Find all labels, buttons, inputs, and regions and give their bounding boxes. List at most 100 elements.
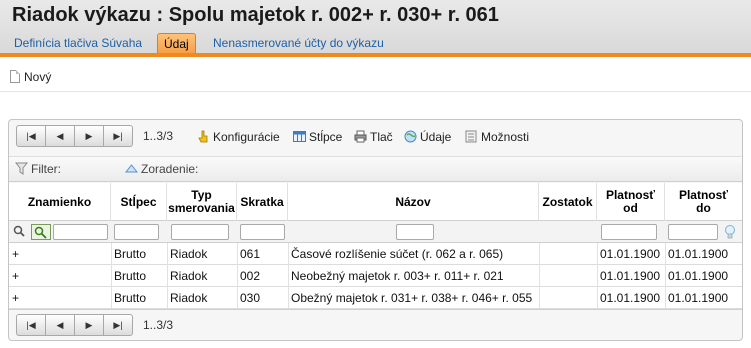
printer-icon [354,130,367,143]
cell-name: Neobežný majetok r. 003+ r. 011+ r. 021 [291,269,504,283]
grid-bottom-border [9,309,742,310]
col-header-valid-from-label-2: od [623,201,638,215]
page-count: 1..3/3 [143,318,174,332]
col-header-valid-to[interactable]: Platnosť do [665,183,742,221]
next-page-button[interactable]: ▶ [74,314,104,336]
col-header-abbrev[interactable]: Skratka [237,183,288,221]
col-header-balance-label: Zostatok [542,194,593,209]
next-page-icon: ▶ [85,130,93,141]
tab-form-definition[interactable]: Definícia tlačiva Súvaha [14,33,142,53]
new-button-label: Nový [24,70,52,84]
cell-sign: + [12,291,20,305]
cell-name: Časové rozlíšenie súčet (r. 062 a r. 065… [291,247,504,261]
funnel-icon [15,162,28,175]
col-header-sign[interactable]: Znamienko [9,183,111,221]
options-label: Možnosti [481,130,530,144]
cell-direction-type: Riadok [170,269,208,283]
col-header-direction-type[interactable]: Typ smerovania [167,183,237,221]
cell-column: Brutto [114,247,147,261]
next-page-button[interactable]: ▶ [74,125,104,147]
cell-column: Brutto [114,291,147,305]
filter-label: Filter: [31,162,61,176]
cell-balance [539,243,597,265]
filter-row [9,221,742,243]
next-page-icon: ▶ [85,319,93,330]
table-row[interactable]: + Brutto Riadok 061 Časové rozlíšenie sú… [9,243,742,265]
document-icon [10,70,20,83]
filter-input-valid-from[interactable] [601,224,657,240]
filter-input-abbrev[interactable] [240,224,285,240]
sort-label: Zoradenie: [141,162,199,176]
pager-bottom: |◀ ◀ ▶ ▶| [16,314,133,336]
filter-sort-bar: Filter: Zoradenie: [9,156,742,182]
table-row[interactable]: + Brutto Riadok 030 Obežný majetok r. 03… [9,287,742,309]
toolbar-divider [0,91,751,92]
cell-valid-from: 01.01.1900 [600,247,661,261]
last-page-button[interactable]: ▶| [103,314,133,336]
prev-page-icon: ◀ [56,319,64,330]
lightbulb-icon[interactable] [723,224,737,240]
first-page-icon: |◀ [26,319,36,330]
columns-button[interactable]: Stĺpce [293,129,342,145]
search-icon[interactable] [13,225,25,237]
new-button[interactable]: Nový [10,69,51,85]
filter-input-valid-to[interactable] [668,224,718,240]
cell-valid-from: 01.01.1900 [600,269,661,283]
col-header-name[interactable]: Názov [288,183,539,221]
configuration-label: Konfigurácie [213,130,280,144]
filter-input-name[interactable] [396,224,434,240]
cell-balance [539,287,597,309]
col-header-valid-to-label-2: do [696,201,711,215]
col-header-balance[interactable]: Zostatok [539,183,597,221]
col-header-name-label: Názov [395,194,431,209]
configuration-button[interactable]: Konfigurácie [197,129,280,145]
cell-sign: + [12,247,20,261]
prev-page-button[interactable]: ◀ [45,314,75,336]
cell-balance [539,265,597,287]
prev-page-button[interactable]: ◀ [45,125,75,147]
tab-unmapped-accounts[interactable]: Nenasmerované účty do výkazu [213,33,384,53]
col-header-valid-from[interactable]: Platnosť od [597,183,665,221]
print-label: Tlač [370,130,393,144]
columns-label: Stĺpce [309,130,343,144]
col-header-direction-type-label-2: smerovania [168,201,235,215]
options-icon [465,130,477,143]
options-button[interactable]: Možnosti [465,129,529,145]
filter-input-direction-type[interactable] [171,224,229,240]
cell-abbrev: 061 [240,247,261,261]
data-button[interactable]: Údaje [404,129,451,145]
prev-page-icon: ◀ [56,130,64,141]
last-page-button[interactable]: ▶| [103,125,133,147]
hand-pointer-icon [198,130,208,143]
cell-name: Obežný majetok r. 031+ r. 038+ r. 046+ r… [291,291,533,305]
first-page-button[interactable]: |◀ [16,125,46,147]
col-header-abbrev-label: Skratka [240,194,284,209]
last-page-icon: ▶| [113,319,123,330]
data-label: Údaje [420,130,452,144]
tab-data[interactable]: Údaj [157,33,196,53]
clear-filter-icon[interactable] [31,224,51,240]
cell-abbrev: 002 [240,269,261,283]
first-page-icon: |◀ [26,130,36,141]
table-row[interactable]: + Brutto Riadok 002 Neobežný majetok r. … [9,265,742,287]
cell-valid-to: 01.01.1900 [668,247,729,261]
col-header-column-label: Stĺpec [120,194,157,209]
col-header-sign-label: Znamienko [27,194,92,209]
cell-valid-from: 01.01.1900 [600,291,661,305]
filter-toggle[interactable]: Filter: [15,162,61,176]
filter-input-column[interactable] [114,224,159,240]
first-page-button[interactable]: |◀ [16,314,46,336]
globe-icon [404,130,417,143]
cell-valid-to: 01.01.1900 [668,269,729,283]
col-header-column[interactable]: Stĺpec [111,183,167,221]
filter-input-sign[interactable] [53,224,108,240]
page-title: Riadok výkazu : Spolu majetok r. 002+ r.… [12,4,499,26]
sort-toggle[interactable]: Zoradenie: [125,162,198,176]
page-count: 1..3/3 [143,129,174,143]
print-button[interactable]: Tlač [354,129,393,145]
cell-direction-type: Riadok [170,291,208,305]
last-page-icon: ▶| [113,130,123,141]
cell-abbrev: 030 [240,291,261,305]
sort-up-icon [125,164,138,173]
header-bar: Riadok výkazu : Spolu majetok r. 002+ r.… [0,0,751,57]
